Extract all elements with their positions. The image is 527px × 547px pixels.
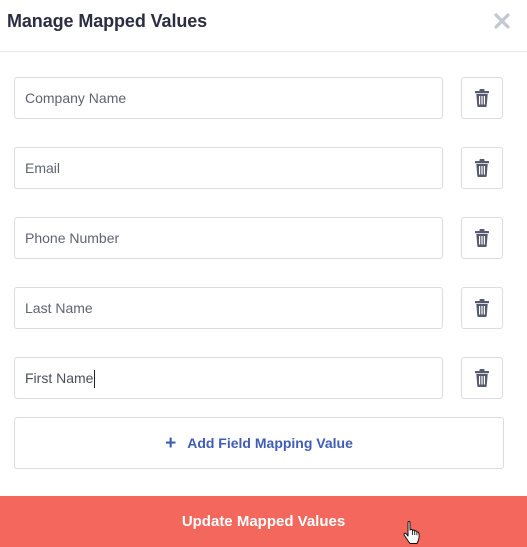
trash-icon	[475, 299, 489, 317]
modal-title: Manage Mapped Values	[7, 11, 208, 31]
plus-icon: +	[165, 432, 177, 454]
mapping-row	[14, 357, 504, 399]
mapping-input-phone-number[interactable]	[15, 218, 442, 258]
mapping-field[interactable]	[14, 287, 443, 329]
mapping-input-last-name[interactable]	[15, 288, 442, 328]
mapping-field[interactable]	[14, 357, 443, 399]
trash-icon	[475, 229, 489, 247]
mapping-field[interactable]	[14, 147, 443, 189]
add-field-mapping-button[interactable]: + Add Field Mapping Value	[14, 417, 504, 469]
close-icon[interactable]	[493, 12, 511, 30]
update-mapped-values-button[interactable]: Update Mapped Values	[0, 496, 527, 547]
update-mapped-values-label: Update Mapped Values	[181, 513, 346, 530]
text-caret	[94, 370, 95, 388]
mapping-input-first-name[interactable]	[15, 358, 442, 398]
mapping-input-email[interactable]	[15, 148, 442, 188]
mapping-field[interactable]	[14, 77, 443, 119]
add-field-mapping-label: Add Field Mapping Value	[187, 435, 353, 451]
delete-mapping-button[interactable]	[461, 287, 503, 329]
delete-mapping-button[interactable]	[461, 217, 503, 259]
mapping-input-company-name[interactable]	[15, 78, 442, 118]
modal-header: Manage Mapped Values	[0, 0, 527, 52]
mapping-row	[14, 287, 504, 329]
delete-mapping-button[interactable]	[461, 357, 503, 399]
manage-mapped-values-modal: Manage Mapped Values Company Name Email …	[0, 0, 527, 547]
trash-icon	[475, 159, 489, 177]
mapping-field[interactable]	[14, 217, 443, 259]
delete-mapping-button[interactable]	[461, 147, 503, 189]
delete-mapping-button[interactable]	[461, 77, 503, 119]
hand-pointer-cursor-icon	[403, 521, 420, 544]
mapping-row	[14, 217, 504, 259]
trash-icon	[475, 369, 489, 387]
mapping-row	[14, 77, 504, 119]
trash-icon	[475, 89, 489, 107]
mapping-row	[14, 147, 504, 189]
